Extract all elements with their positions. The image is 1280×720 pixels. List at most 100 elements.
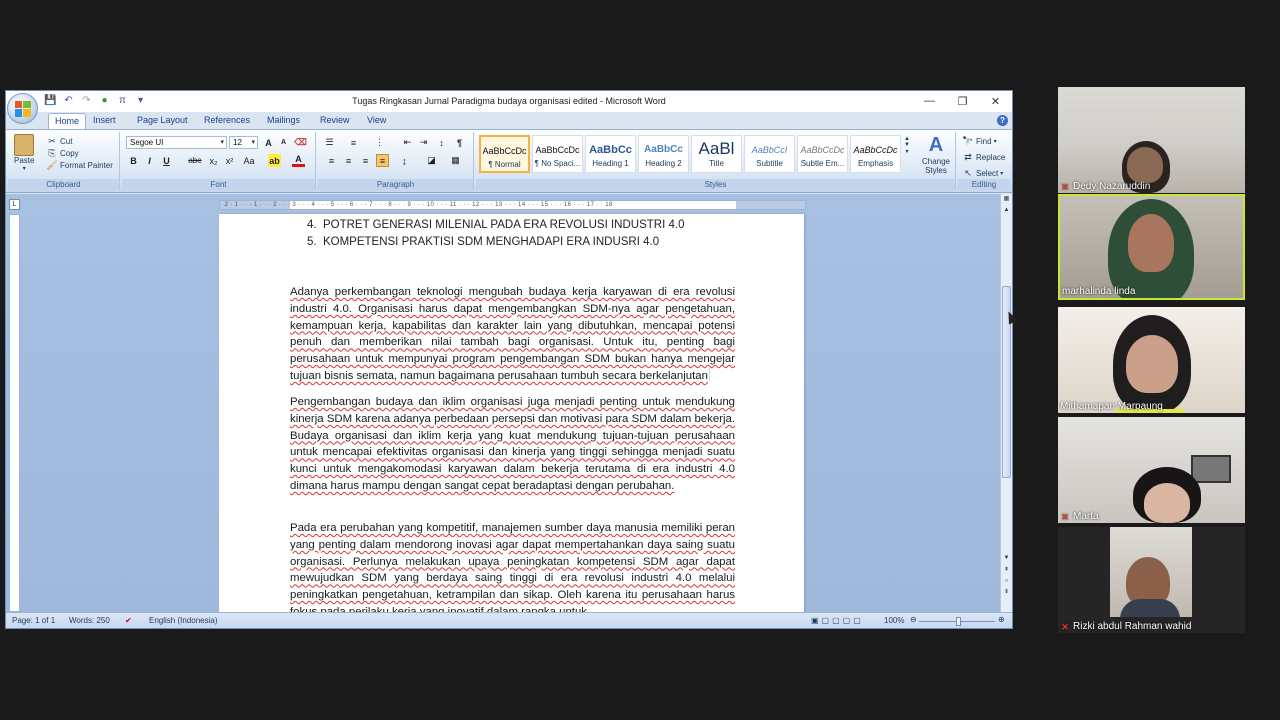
style-name: ¶ Normal	[488, 160, 521, 169]
tab-review[interactable]: Review	[314, 113, 356, 129]
format-painter-button[interactable]: 🖌 Format Painter	[46, 159, 113, 171]
close-button[interactable]: ✕	[979, 91, 1012, 111]
participant-face	[1144, 483, 1190, 523]
document-page[interactable]: 4. POTRET GENERASI MILENIAL PADA ERA REV…	[219, 214, 804, 614]
decrease-indent-icon[interactable]: ⇤	[401, 136, 414, 149]
styles-scroll[interactable]: ▲ ▼ ▾	[904, 136, 910, 155]
next-page-icon[interactable]: ⇟	[1002, 588, 1011, 597]
cut-button[interactable]: ✂ Cut	[46, 135, 72, 147]
word-count[interactable]: Words: 250	[69, 616, 110, 625]
change-case-label: Aa	[243, 155, 255, 166]
language[interactable]: English (Indonesia)	[149, 616, 217, 625]
copy-button[interactable]: ⎘ Copy	[46, 147, 78, 159]
participant-tile[interactable]: ✕ Rizki abdul Rahman wahid	[1058, 527, 1245, 633]
sort-icon[interactable]: ↕	[435, 136, 448, 149]
grow-font-button[interactable]: A	[262, 136, 275, 149]
zoom-out-icon[interactable]: ⊖	[910, 615, 917, 624]
proofing-icon[interactable]: ✔	[125, 616, 132, 625]
tab-mailings[interactable]: Mailings	[261, 113, 306, 129]
tab-page-layout[interactable]: Page Layout	[131, 113, 194, 129]
scroll-up-arrow-icon[interactable]: ▲	[1002, 206, 1011, 215]
highlight-icon[interactable]: ab	[268, 154, 281, 167]
select-button[interactable]: ↖ Select ▾	[962, 167, 1003, 179]
wall-frame	[1191, 455, 1231, 483]
zoom-in-icon[interactable]: ⊕	[998, 615, 1005, 624]
participant-tile[interactable]: ✕ Dedy Nazaruddin	[1058, 87, 1245, 193]
tab-view[interactable]: View	[361, 113, 392, 129]
participant-tile-active-speaker[interactable]: marhalinda linda	[1058, 194, 1245, 300]
help-icon[interactable]: ?	[997, 115, 1008, 126]
change-styles-button[interactable]: A Change Styles	[919, 134, 953, 175]
tab-insert[interactable]: Insert	[87, 113, 122, 129]
participant-tile[interactable]: ✕ Marta	[1058, 417, 1245, 523]
ruler-toggle-icon[interactable]: ▦	[1002, 195, 1011, 204]
word-window: 💾 ↶ ↷ ● π ▾ Tugas Ringkasan Jurnal Parad…	[5, 90, 1013, 629]
zoom-slider-thumb[interactable]	[956, 617, 961, 626]
style-no-spacing[interactable]: AaBbCcDc ¶ No Spaci...	[532, 135, 583, 173]
bold-button[interactable]: B	[127, 154, 140, 167]
font-color-icon[interactable]: A	[292, 154, 305, 167]
tab-home[interactable]: Home	[48, 113, 87, 129]
view-buttons-icon[interactable]: ▣▢▢▢▢	[811, 616, 864, 625]
style-heading-2[interactable]: AaBbCc Heading 2	[638, 135, 689, 173]
page-count[interactable]: Page: 1 of 1	[12, 616, 55, 625]
horizontal-ruler[interactable]: · 2 · 1 · · · 1 · · · 2 · · · 3 · · · 4 …	[219, 200, 806, 210]
previous-page-icon[interactable]: ⇞	[1002, 566, 1011, 575]
paragraph-2: Pengembangan budaya dan iklim organisasi…	[290, 394, 735, 495]
paragraph-2-text: Pengembangan budaya dan iklim organisasi…	[290, 396, 735, 492]
style-name: ¶ No Spaci...	[534, 159, 581, 168]
strikethrough-button[interactable]: abe	[186, 154, 204, 167]
style-subtitle[interactable]: AaBbCcI Subtitle	[744, 135, 795, 173]
style-heading-1[interactable]: AaBbCc Heading 1	[585, 135, 636, 173]
italic-button[interactable]: I	[143, 154, 156, 167]
shrink-font-button[interactable]: A	[277, 136, 290, 149]
clear-format-icon[interactable]: ⌫	[294, 136, 307, 149]
font-size-select[interactable]: 12	[229, 136, 258, 149]
editing-group: 🔭 Find ▾ ⇄ Replace ↖ Select ▾ Editing	[958, 132, 1010, 190]
numbering-icon[interactable]: ≡	[347, 136, 360, 149]
bullets-icon[interactable]: ☰	[323, 136, 336, 149]
mic-muted-icon: ✕	[1061, 181, 1069, 192]
align-right-icon[interactable]: ≡	[359, 154, 372, 167]
justify-icon[interactable]: ≡	[376, 154, 389, 167]
underline-button[interactable]: U	[160, 154, 173, 167]
tab-references[interactable]: References	[198, 113, 256, 129]
vertical-scrollbar[interactable]: ▦ ▲ ▼ ⇞ ○ ⇟	[1000, 194, 1012, 612]
increase-indent-icon[interactable]: ⇥	[417, 136, 430, 149]
browse-object-icon[interactable]: ○	[1002, 577, 1011, 586]
borders-icon[interactable]: ▦	[449, 154, 462, 167]
font-family-select[interactable]: Segoe UI	[126, 136, 227, 149]
align-left-icon[interactable]: ≡	[325, 154, 338, 167]
style-preview: AaBbCcI	[751, 145, 788, 155]
participant-tile[interactable]: Mithamapan Marpaung	[1058, 307, 1245, 413]
shading-icon[interactable]: ◪	[425, 154, 438, 167]
subscript-button[interactable]: x₂	[207, 154, 220, 167]
find-button[interactable]: 🔭 Find ▾	[962, 135, 996, 147]
zoom-level[interactable]: 100%	[884, 616, 904, 625]
superscript-button[interactable]: x²	[223, 154, 236, 167]
tab-selector-icon[interactable]: L	[9, 199, 20, 210]
change-case-button[interactable]: Aa	[241, 154, 257, 167]
style-preview: AaBbCcDc	[853, 145, 898, 155]
line-spacing-icon[interactable]: ↨	[398, 154, 411, 167]
vertical-ruler[interactable]	[9, 214, 20, 612]
style-preview: AaBbCcDc	[800, 145, 845, 155]
participant-name-text: marhalinda linda	[1062, 286, 1136, 297]
multilevel-list-icon[interactable]: ⋮	[373, 136, 386, 149]
style-normal[interactable]: AaBbCcDc ¶ Normal	[479, 135, 530, 173]
style-emphasis[interactable]: AaBbCcDc Emphasis	[850, 135, 901, 173]
replace-button[interactable]: ⇄ Replace	[962, 151, 1005, 163]
minimize-button[interactable]: —	[913, 91, 946, 111]
style-title[interactable]: AaBl Title	[691, 135, 742, 173]
scroll-down-arrow-icon[interactable]: ▼	[1002, 554, 1011, 563]
paragraph-1-text: Adanya perkembangan teknologi mengubah b…	[290, 286, 735, 382]
style-name: Title	[709, 159, 724, 168]
office-button[interactable]	[7, 93, 38, 124]
paste-button[interactable]: Paste ▾	[14, 134, 34, 172]
italic-label: I	[148, 155, 151, 166]
show-formatting-icon[interactable]: ¶	[453, 136, 466, 149]
document-area: L · 2 · 1 · · · 1 · · · 2 · · · 3 · · · …	[6, 194, 1012, 614]
restore-button[interactable]: ❐	[946, 91, 979, 111]
style-subtle-emphasis[interactable]: AaBbCcDc Subtle Em...	[797, 135, 848, 173]
align-center-icon[interactable]: ≡	[342, 154, 355, 167]
